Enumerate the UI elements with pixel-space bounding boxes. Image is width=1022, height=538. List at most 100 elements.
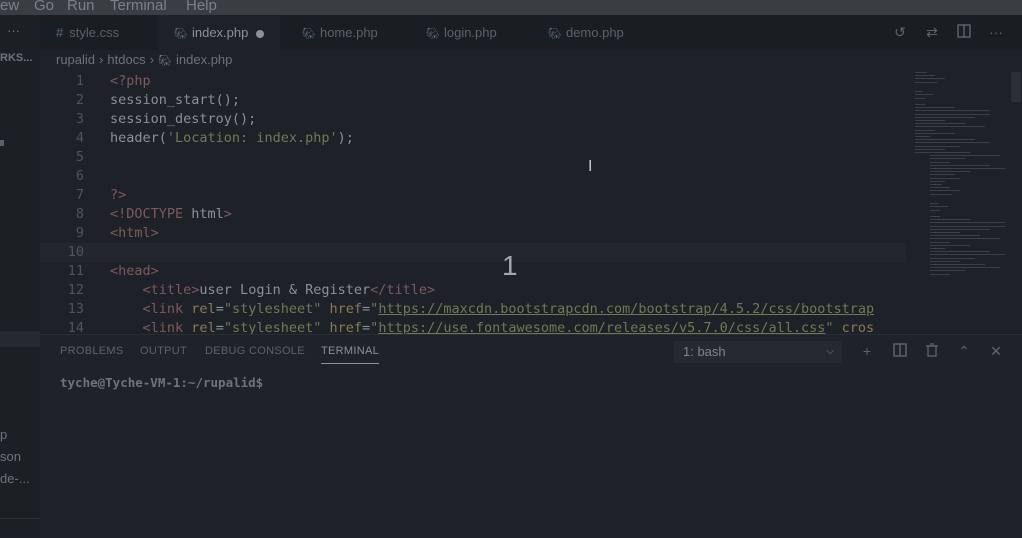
menu-help[interactable]: Help [186,0,217,14]
minimap-line [915,152,970,153]
code-line[interactable]: 7 ?> [40,186,906,205]
history-icon[interactable]: ↺ [892,24,908,40]
line-number: 8 [75,206,84,222]
code-line[interactable]: 9 <html> [40,224,906,243]
tab-index-php[interactable]: 🐘︎ index.php [158,15,281,50]
minimap[interactable] [910,72,1010,334]
chevron-down-icon: ⌵ [826,346,834,357]
unsaved-dot-icon[interactable] [256,29,265,38]
breadcrumb-item[interactable]: htdocs [107,52,145,67]
breadcrumb-item[interactable]: index.php [176,52,232,67]
minimap-line [915,145,960,147]
code-line[interactable]: 2 session_start(); [40,91,906,110]
tab-output[interactable]: OUTPUT [140,345,187,357]
minimap-line [930,206,948,208]
code-text: <head> [110,263,159,279]
minimap-line [930,260,960,262]
minimap-line [915,104,925,105]
explorer-item[interactable]: de-... [0,471,30,486]
explorer-item[interactable]: p [0,427,7,442]
menu-run[interactable]: Run [67,0,95,14]
minimap-line [930,273,950,275]
minimap-line [915,123,965,125]
explorer-item[interactable]: son [0,449,21,464]
menu-terminal[interactable]: Terminal [110,0,167,14]
minimap-line [930,174,955,176]
php-file-icon: 🐘︎ [302,28,316,40]
minimap-line [930,190,960,192]
editor-scrollbar[interactable] [1011,72,1021,102]
trash-icon[interactable] [924,343,940,359]
line-number: 10 [67,244,84,260]
code-editor[interactable]: 1 <?php 2 session_start(); 3 session_destroy(… [40,72,906,334]
terminal-prompt[interactable]: tyche@Tyche-VM-1:~/rupalid$ [60,375,263,390]
chevron-right-icon: › [149,52,155,67]
maximize-panel-icon[interactable]: ⌃ [956,343,972,359]
tab-demo-php[interactable]: 🐘︎ demo.php [548,15,624,50]
tab-label: login.php [443,25,497,40]
minimap-line [930,193,952,195]
new-terminal-icon[interactable]: + [859,343,875,359]
tab-login-php[interactable]: 🐘︎ login.php [426,15,497,50]
code-line[interactable]: 14 <link rel="stylesheet" href="https://… [40,319,906,334]
minimap-line [930,257,975,259]
code-line[interactable]: 13 <link rel="stylesheet" href="https://… [40,300,906,319]
minimap-line [915,120,945,121]
code-line[interactable]: 12 <title>user Login & Register</title> [40,281,906,300]
tab-terminal[interactable]: TERMINAL [321,345,380,364]
more-icon[interactable]: ··· [988,24,1004,40]
code-text: session_destroy(); [110,111,257,127]
code-line[interactable]: 11 <head> [40,262,906,281]
minimap-line [915,129,935,131]
minimap-line [930,244,970,246]
line-number: 2 [75,92,84,108]
minimap-line [930,216,940,217]
php-file-icon: 🐘︎ [426,28,440,40]
menu-go[interactable]: Go [34,0,54,14]
minimap-line [915,110,990,112]
code-line[interactable]: 8 <!DOCTYPE html> [40,205,906,224]
minimap-line [930,168,1005,169]
minimap-line [915,136,930,137]
php-file-icon: 🐘︎ [548,28,562,40]
line-number: 6 [75,168,84,184]
explorer-more-button[interactable]: ··· [7,23,20,38]
chevron-right-icon: › [99,52,104,67]
line-number: 14 [67,320,84,334]
minimap-line [930,177,960,179]
code-text: <link rel="stylesheet" href="https://max… [142,301,875,317]
menu-view[interactable]: ew [0,0,19,14]
tab-style-css[interactable]: # style.css [56,15,119,50]
code-line[interactable]: 10 [40,243,906,262]
split-editor-icon[interactable] [956,24,972,40]
breadcrumb-item[interactable]: rupalid [56,52,95,67]
code-line[interactable]: 4 header('Location: index.php'); [40,129,906,148]
minimap-line [930,209,940,211]
code-line[interactable]: 3 session_destroy(); [40,110,906,129]
close-panel-icon[interactable]: ✕ [988,343,1004,359]
code-line[interactable]: 1 <?php [40,72,906,91]
terminal-select[interactable]: 1: bash ⌵ [674,341,842,363]
minimap-line [930,164,990,166]
explorer-section-title[interactable]: RKS... [0,52,32,64]
minimap-line [915,75,935,77]
tab-debug-console[interactable]: DEBUG CONSOLE [205,345,305,357]
code-text: session_start(); [110,92,241,108]
code-line[interactable]: 6 [40,167,906,186]
minimap-line [915,139,975,141]
line-number: 12 [67,282,84,298]
minimap-line [930,254,1005,256]
minimap-line [915,132,955,134]
split-terminal-icon[interactable] [892,343,908,359]
tab-home-php[interactable]: 🐘︎ home.php [302,15,378,50]
code-line[interactable]: 5 [40,148,906,167]
bottom-panel: PROBLEMS OUTPUT DEBUG CONSOLE TERMINAL 1… [40,334,1022,538]
minimap-line [915,142,990,144]
line-number: 5 [75,149,84,165]
php-file-icon: 🐘︎ [174,28,188,40]
explorer-selected-row[interactable] [0,331,40,347]
minimap-line [915,97,925,99]
compare-icon[interactable]: ⇄ [924,24,940,40]
minimap-line [930,180,945,182]
tab-problems[interactable]: PROBLEMS [60,345,124,357]
